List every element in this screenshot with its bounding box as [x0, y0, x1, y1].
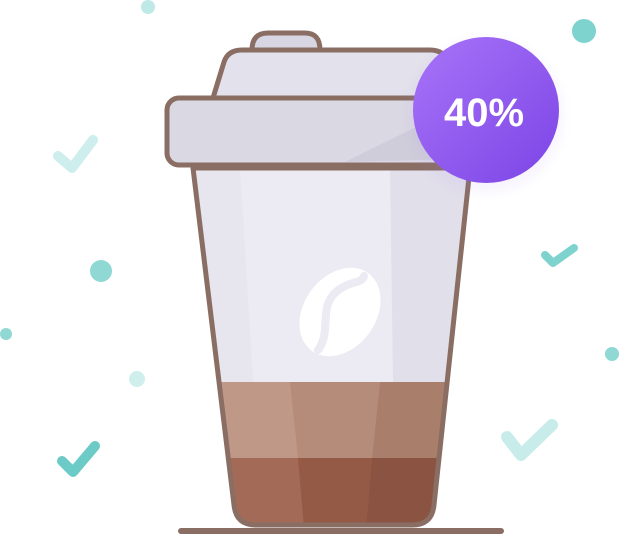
decor-dot — [141, 0, 155, 14]
decor-dot — [605, 347, 619, 361]
checkmark-icon — [57, 441, 100, 477]
coffee-cup-illustration: 40% — [0, 0, 619, 534]
illustration-stage: 40% — [0, 0, 620, 536]
ground-line — [178, 528, 504, 534]
decor-dot — [90, 260, 112, 282]
checkmark-icon — [501, 419, 558, 461]
decor-dot — [0, 328, 12, 340]
decor-dot — [572, 19, 596, 43]
discount-badge: 40% — [400, 30, 572, 202]
badge-label: 40% — [444, 91, 524, 135]
checkmark-icon — [53, 135, 98, 173]
checkmark-icon — [541, 244, 578, 267]
decor-dot — [129, 371, 145, 387]
